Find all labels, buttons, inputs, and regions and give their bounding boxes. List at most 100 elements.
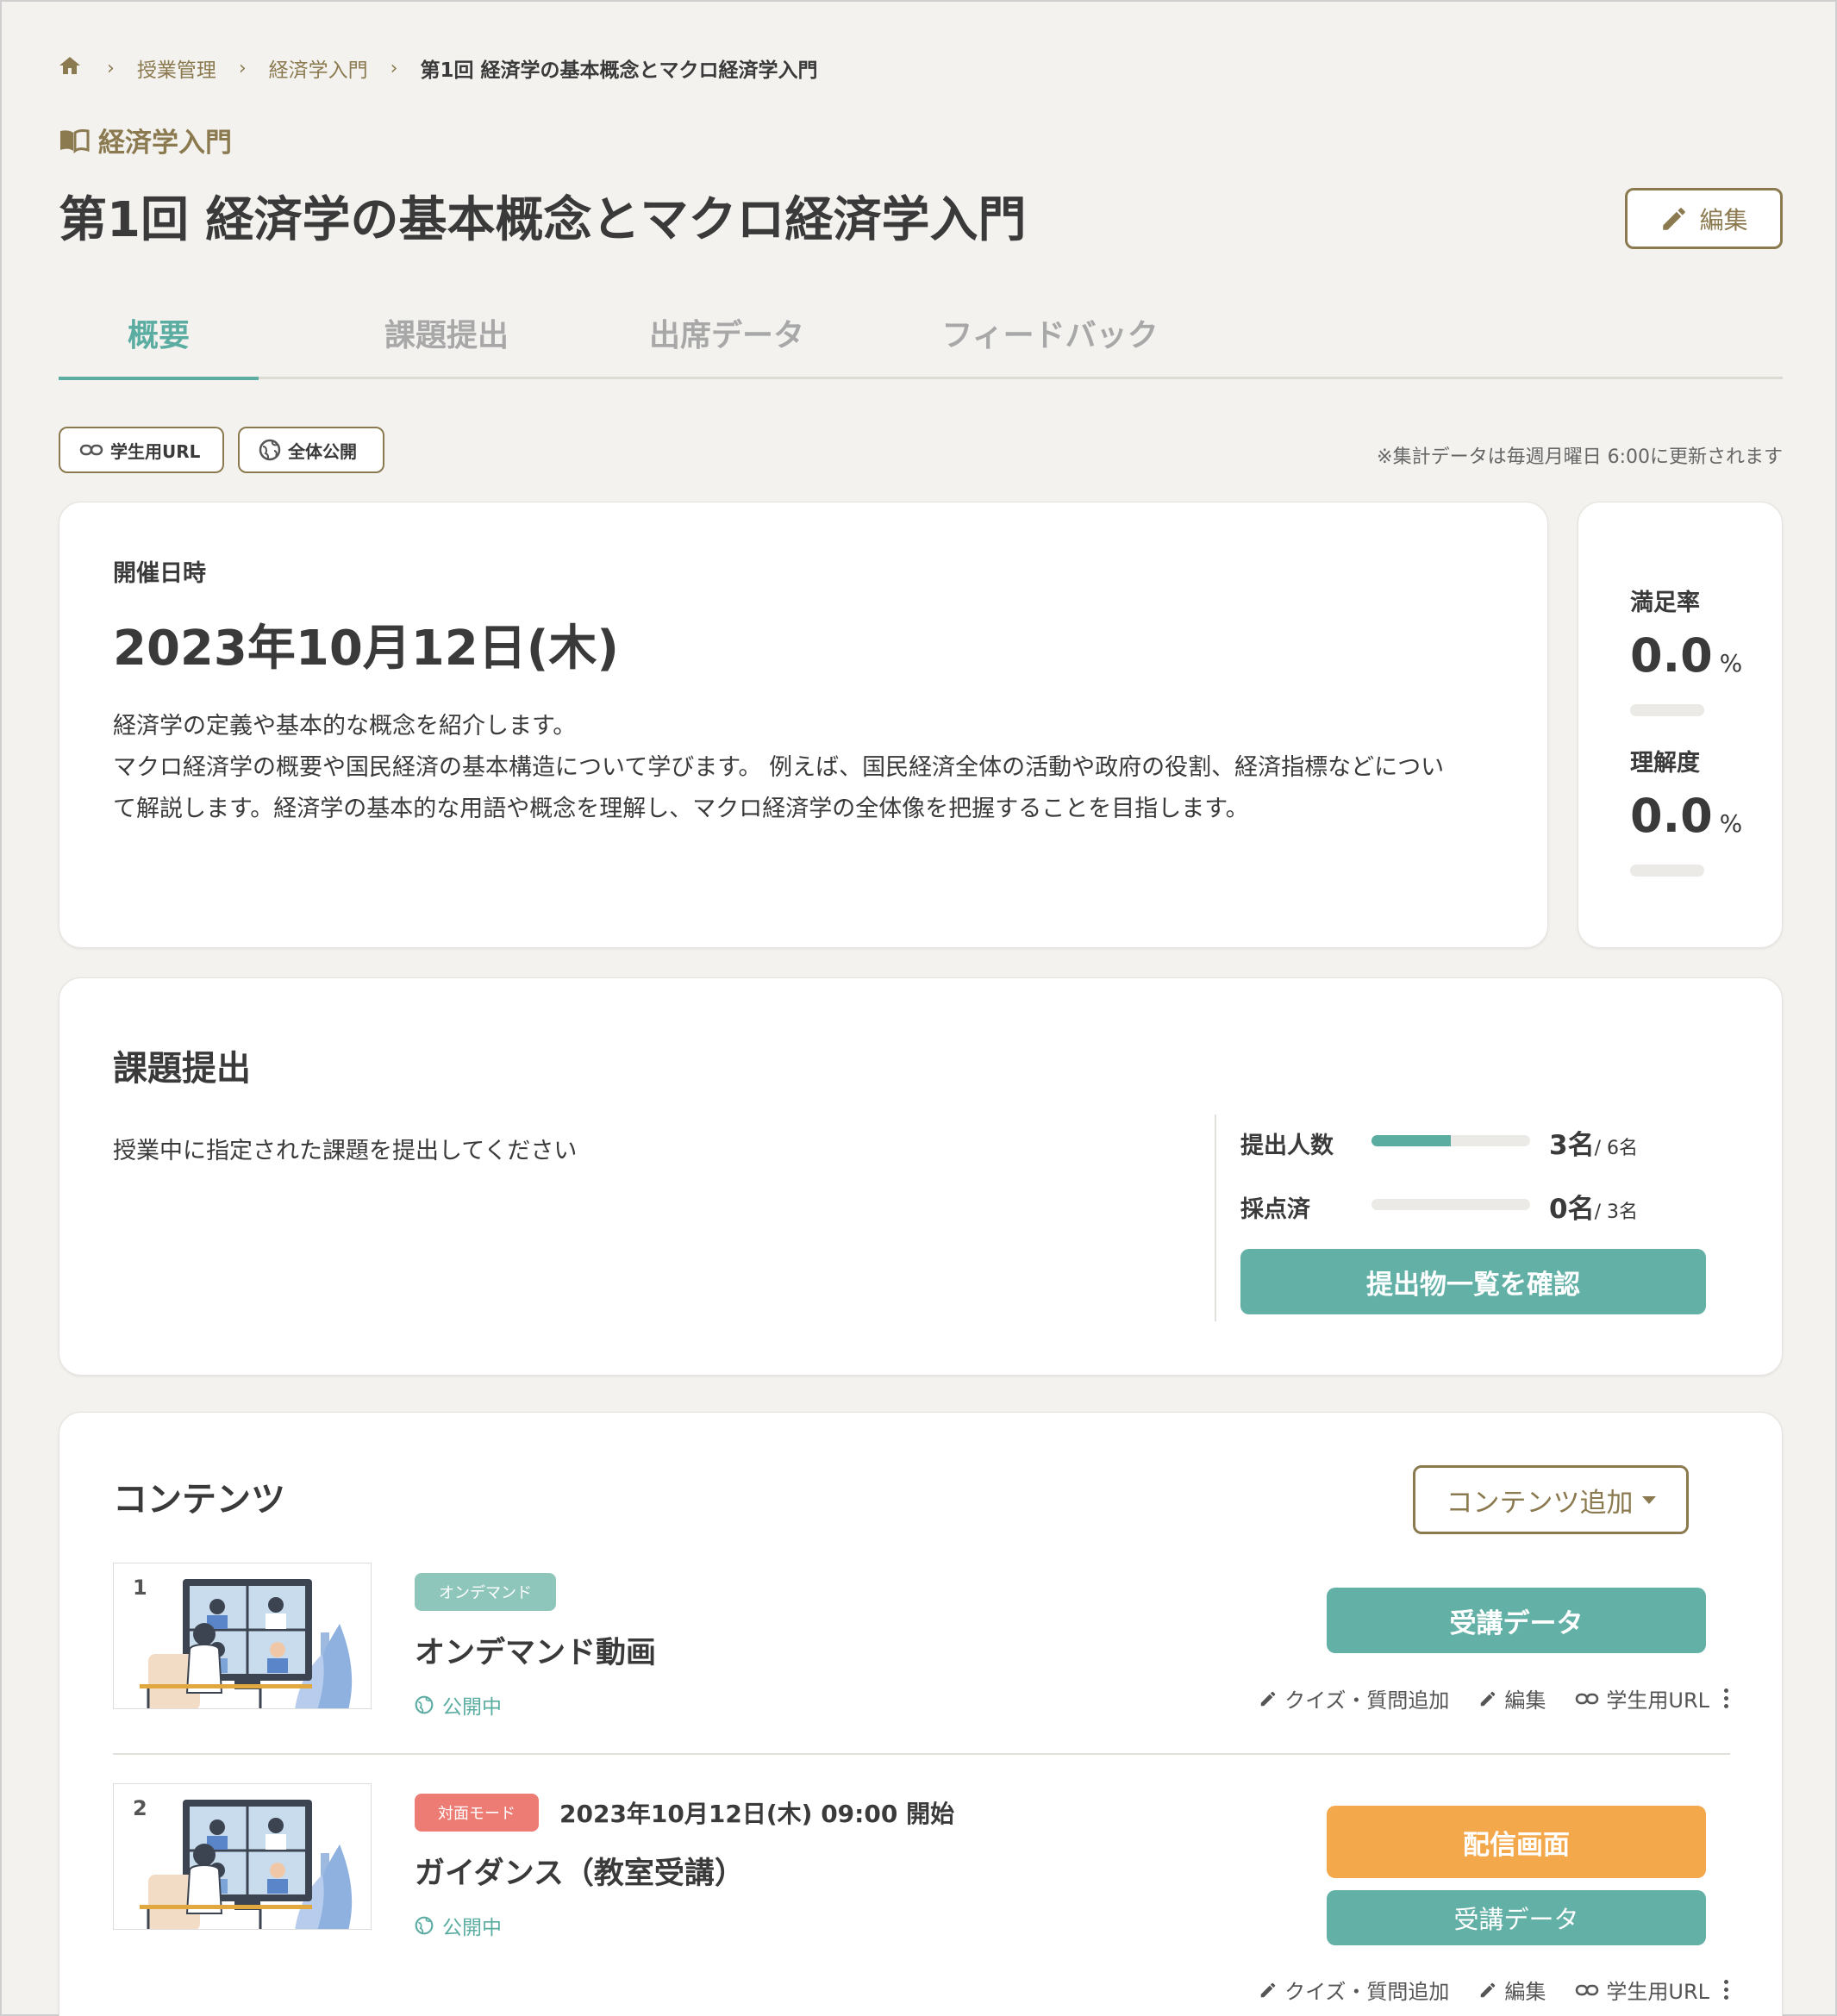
content-number: 1 (133, 1576, 147, 1600)
row-divider (113, 1753, 1730, 1755)
student-url-action[interactable]: 学生用URL (1575, 1975, 1709, 2005)
content-thumbnail[interactable]: 2 (113, 1783, 372, 1930)
student-url-button[interactable]: 学生用URL (59, 427, 224, 473)
content-number: 2 (133, 1796, 147, 1820)
add-content-button[interactable]: コンテンツ追加 (1413, 1465, 1689, 1534)
chevron-right-icon: › (107, 57, 115, 79)
submitted-label: 提出人数 (1240, 1133, 1334, 1159)
student-url-action[interactable]: 学生用URL (1575, 1683, 1709, 1713)
date-label: 開催日時 (113, 560, 206, 587)
stats-card: 満足率 0.0% 理解度 0.0% (1578, 502, 1783, 948)
tab-assignment[interactable]: 課題提出 (317, 310, 576, 379)
edit-button[interactable]: 編集 (1625, 188, 1783, 249)
link-icon (1576, 1984, 1599, 1995)
edit-action[interactable]: 編集 (1478, 1975, 1546, 2005)
course-label: 経済学入門 (59, 121, 232, 159)
understanding-value: 0.0% (1630, 789, 1742, 843)
tab-overview[interactable]: 概要 (59, 310, 259, 380)
student-url-label: 学生用URL (110, 440, 201, 462)
book-icon (60, 128, 90, 153)
content-title[interactable]: オンデマンド動画 (415, 1628, 656, 1672)
satisfaction-value: 0.0% (1630, 628, 1742, 683)
public-visibility-button[interactable]: 全体公開 (238, 427, 384, 473)
breadcrumb: › 授業管理 › 経済学入門 › 第1回 経済学の基本概念とマクロ経済学入門 (59, 53, 817, 83)
public-visibility-label: 全体公開 (288, 440, 357, 462)
graded-progress (1372, 1199, 1530, 1210)
satisfaction-unit: % (1719, 649, 1743, 677)
satisfaction-label: 満足率 (1630, 590, 1700, 616)
breadcrumb-item-current: 第1回 経済学の基本概念とマクロ経済学入門 (420, 59, 818, 82)
submitted-value: 3名 (1549, 1130, 1595, 1161)
on-demand-badge: オンデマンド (415, 1573, 556, 1611)
content-actions: クイズ・質問追加 編集 学生用URL (1229, 1975, 1728, 2005)
graded-total: / 3名 (1594, 1201, 1638, 1223)
understanding-unit: % (1719, 809, 1743, 838)
graded-value: 0名 (1549, 1194, 1595, 1225)
understanding-number: 0.0 (1630, 789, 1713, 843)
submitted-count: 3名/ 6名 (1549, 1123, 1638, 1162)
description-line: て解説します。経済学の基本的な用語や概念を理解し、マクロ経済学の全体像を把握する… (113, 796, 1249, 822)
edit-button-label: 編集 (1699, 205, 1748, 234)
overview-description: 経済学の定義や基本的な概念を紹介します。 マクロ経済学の概要や国民経済の基本構造… (113, 706, 1509, 830)
pencil-icon (1260, 1982, 1276, 1997)
course-name: 経済学入門 (98, 128, 232, 159)
attendance-data-button[interactable]: 受講データ (1327, 1588, 1706, 1653)
publish-status-label: 公開中 (442, 1696, 502, 1719)
add-quiz-label: クイズ・質問追加 (1284, 1980, 1450, 2004)
add-quiz-action[interactable]: クイズ・質問追加 (1259, 1975, 1449, 2005)
graded-count: 0名/ 3名 (1549, 1187, 1638, 1226)
assignment-card: 課題提出 授業中に指定された課題を提出してください 提出人数 3名/ 6名 採点… (59, 977, 1783, 1376)
submitted-progress (1372, 1135, 1530, 1146)
publish-status: 公開中 (415, 1911, 502, 1940)
date-value: 2023年10月12日(木) (113, 621, 619, 677)
pencil-icon (1663, 207, 1686, 230)
in-person-badge: 対面モード (415, 1794, 539, 1832)
description-line: 経済学の定義や基本的な概念を紹介します。 (113, 713, 577, 740)
page-title: 第1回 経済学の基本概念とマクロ経済学入門 (59, 192, 1027, 248)
contents-title: コンテンツ (113, 1480, 285, 1520)
chevron-right-icon: › (238, 57, 247, 79)
pencil-icon (1260, 1691, 1276, 1706)
breadcrumb-item-course-management[interactable]: 授業管理 (137, 53, 216, 83)
tab-bar: 概要 課題提出 出席データ フィードバック (59, 310, 1783, 380)
tab-attendance[interactable]: 出席データ (576, 310, 878, 379)
attendance-data-button[interactable]: 受講データ (1327, 1890, 1706, 1945)
pencil-icon (1481, 1691, 1496, 1706)
view-submissions-button[interactable]: 提出物一覧を確認 (1240, 1249, 1706, 1314)
edit-action[interactable]: 編集 (1478, 1683, 1546, 1713)
contents-card: コンテンツ コンテンツ追加 1 オンデマンド オンデマンド動画 公開中 受講デー… (59, 1412, 1783, 2016)
home-icon[interactable] (59, 55, 84, 81)
submitted-progress-fill (1372, 1135, 1451, 1146)
content-title[interactable]: ガイダンス（教室受講） (415, 1849, 745, 1893)
understanding-bar (1630, 864, 1704, 877)
chevron-right-icon: › (390, 57, 398, 79)
overview-card: 開催日時 2023年10月12日(木) 経済学の定義や基本的な概念を紹介します。… (59, 502, 1548, 948)
assignment-title: 課題提出 (113, 1049, 251, 1089)
submitted-total: / 6名 (1594, 1138, 1638, 1159)
globe-icon (415, 1916, 434, 1935)
content-thumbnail[interactable]: 1 (113, 1563, 372, 1709)
add-quiz-label: クイズ・質問追加 (1284, 1688, 1450, 1713)
add-content-label: コンテンツ追加 (1446, 1487, 1634, 1519)
link-icon (1576, 1693, 1599, 1704)
update-note: ※集計データは毎週月曜日 6:00に更新されます (1377, 446, 1783, 468)
video-conference-illustration (140, 1800, 353, 1929)
tab-feedback[interactable]: フィードバック (878, 310, 1222, 379)
edit-label: 編集 (1504, 1688, 1546, 1713)
globe-icon (259, 439, 281, 461)
more-vertical-icon[interactable] (1723, 1687, 1728, 1710)
student-url-label: 学生用URL (1606, 1980, 1709, 2004)
content-start-time: 2023年10月12日(木) 09:00 開始 (559, 1800, 955, 1828)
caret-down-icon (1641, 1495, 1656, 1504)
add-quiz-action[interactable]: クイズ・質問追加 (1259, 1683, 1449, 1713)
divider (1215, 1114, 1216, 1321)
breadcrumb-item-course[interactable]: 経済学入門 (269, 53, 368, 83)
satisfaction-number: 0.0 (1630, 628, 1713, 683)
link-icon (79, 444, 103, 456)
assignment-description: 授業中に指定された課題を提出してください (113, 1138, 578, 1164)
content-actions: クイズ・質問追加 編集 学生用URL (1229, 1683, 1728, 1713)
stream-screen-button[interactable]: 配信画面 (1327, 1806, 1706, 1878)
more-vertical-icon[interactable] (1723, 1978, 1728, 2001)
satisfaction-bar (1630, 704, 1704, 716)
publish-status: 公開中 (415, 1690, 502, 1720)
